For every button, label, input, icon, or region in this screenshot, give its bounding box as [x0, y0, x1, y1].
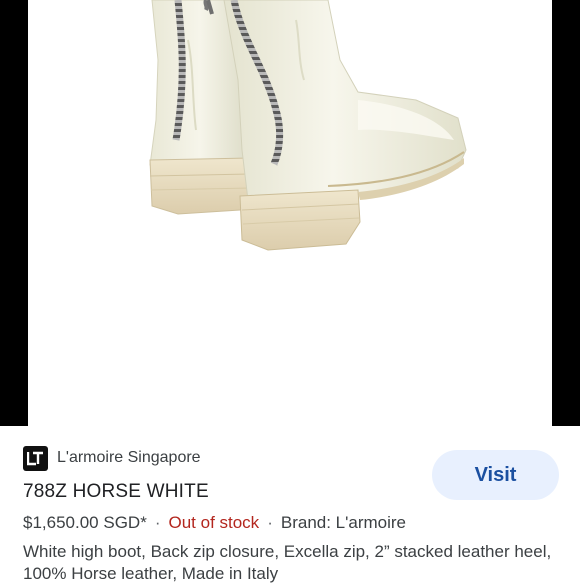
- product-description: White high boot, Back zip closure, Excel…: [23, 542, 552, 583]
- product-title: 788Z HORSE WHITE: [23, 481, 209, 502]
- stock-status: Out of stock: [168, 513, 260, 532]
- product-info-panel: L'armoire Singapore Visit 788Z HORSE WHI…: [0, 426, 580, 583]
- boots-illustration: [149, 0, 467, 251]
- merchant-name[interactable]: L'armoire Singapore: [57, 449, 201, 467]
- product-image-frame[interactable]: [0, 0, 580, 426]
- separator-dot: ·: [267, 513, 273, 532]
- product-meta: $1,650.00 SGD* · Out of stock · Brand: L'arm…: [23, 513, 406, 533]
- product-image[interactable]: [28, 0, 552, 426]
- product-price: $1,650.00 SGD*: [23, 513, 147, 532]
- merchant-row[interactable]: L'armoire Singapore: [23, 444, 201, 472]
- visit-button[interactable]: Visit: [432, 450, 559, 500]
- larmoire-logo-icon: [23, 445, 48, 471]
- product-brand: Brand: L'armoire: [280, 513, 406, 532]
- separator-dot: ·: [154, 513, 161, 532]
